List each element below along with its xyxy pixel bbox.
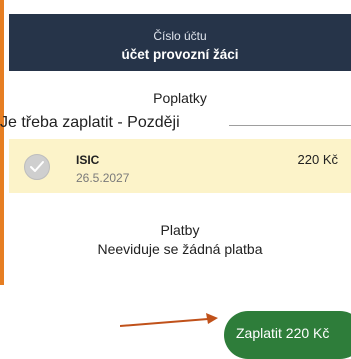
pay-button[interactable]: Zaplatit 220 Kč — [224, 311, 351, 359]
fee-due-date: 26.5.2027 — [76, 171, 130, 185]
due-later-label: Je třeba zaplatit - Později — [0, 114, 180, 131]
fee-name: ISIC — [76, 153, 100, 167]
check-circle-icon[interactable] — [24, 154, 50, 180]
no-payments-text: Neeviduje se žádná platba — [97, 241, 263, 257]
due-later-heading: Je třeba zaplatit - Později — [0, 114, 351, 134]
payments-section-title: Platby — [160, 222, 200, 238]
fee-item-isic[interactable]: ISIC 26.5.2027 220 Kč — [9, 139, 351, 193]
account-name: účet provozní žáci — [121, 47, 239, 62]
divider — [229, 125, 351, 126]
account-header: Číslo účtu účet provozní žáci — [9, 14, 351, 71]
fee-amount: 220 Kč — [297, 152, 338, 167]
arrow-right-icon — [120, 313, 218, 327]
fees-section-title: Poplatky — [153, 90, 207, 106]
account-number-label: Číslo účtu — [153, 29, 207, 43]
